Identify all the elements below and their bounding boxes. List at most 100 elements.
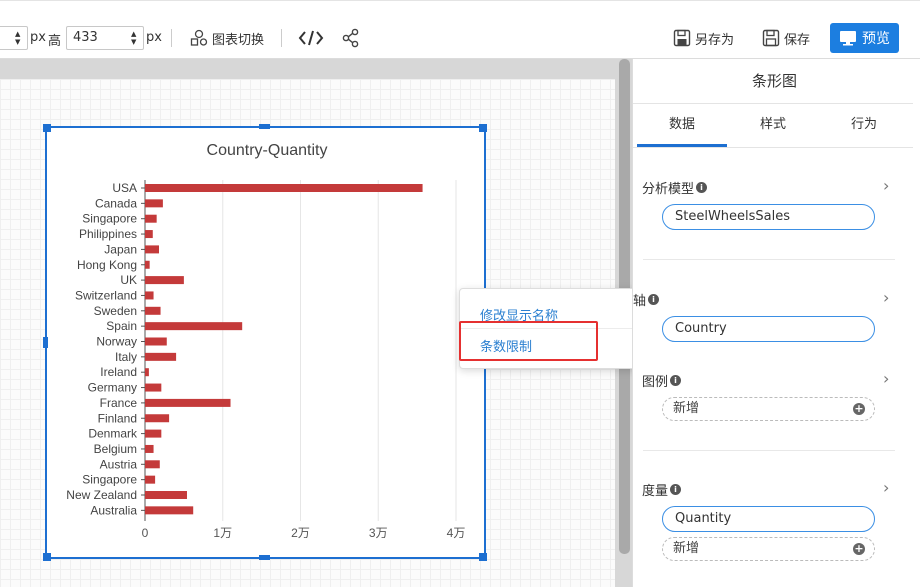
bar[interactable] <box>145 306 161 315</box>
panel-scrollbar[interactable] <box>913 59 920 587</box>
category-label: Canada <box>95 196 137 210</box>
bar[interactable] <box>145 444 154 453</box>
bar[interactable] <box>145 429 162 438</box>
bar[interactable] <box>145 398 231 407</box>
section-measure-label: 度量 <box>642 484 669 499</box>
resize-handle-top-right[interactable] <box>479 124 487 132</box>
info-icon[interactable]: i <box>670 375 682 386</box>
property-panel: 条形图 数据 样式 行为 分析模型 i › SteelWheelsSales 轴… <box>632 59 920 587</box>
stepper-arrows-icon[interactable]: ▲ ▼ <box>131 30 139 46</box>
category-label: Switzerland <box>75 288 137 302</box>
category-label: Singapore <box>82 212 137 226</box>
bar[interactable] <box>145 322 243 331</box>
resize-handle-bottom[interactable] <box>259 555 270 560</box>
section-axis-label: 轴 <box>633 294 647 309</box>
chart-switch-icon <box>190 29 208 46</box>
share-button[interactable] <box>341 27 361 49</box>
stepper-arrows-icon[interactable]: ▲ ▼ <box>15 30 23 46</box>
bar[interactable] <box>145 291 154 300</box>
info-icon[interactable]: i <box>696 182 708 193</box>
section-divider <box>643 450 895 451</box>
bar[interactable] <box>145 352 177 361</box>
preview-button[interactable]: 预览 <box>830 23 899 53</box>
section-divider <box>643 259 895 260</box>
category-label: Austria <box>100 457 138 471</box>
bar[interactable] <box>145 368 149 377</box>
bar[interactable] <box>145 491 187 499</box>
chart-widget[interactable]: Country-Quantity USA Canada Singapore Phili… <box>45 126 486 559</box>
category-label: Sweden <box>94 304 137 318</box>
preview-label: 预览 <box>862 31 890 47</box>
chevron-right-icon[interactable]: › <box>883 478 889 497</box>
height-value[interactable]: 433 <box>73 30 98 45</box>
toolbar-divider <box>281 29 282 47</box>
bar[interactable] <box>145 276 184 285</box>
save-icon <box>762 29 780 47</box>
tab-behavior[interactable]: 行为 <box>819 105 909 147</box>
section-legend: 图例 i <box>642 371 682 390</box>
measure-field[interactable]: Quantity <box>662 506 875 532</box>
plus-icon[interactable]: + <box>853 403 865 415</box>
tab-divider <box>633 147 916 148</box>
legend-add-label: 新增 <box>673 401 700 416</box>
x-tick-label: 0 <box>142 526 149 540</box>
chart-switch-button[interactable]: 图表切换 <box>190 27 264 49</box>
save-as-icon <box>673 29 691 47</box>
x-tick-label: 2万 <box>291 526 310 540</box>
tab-data[interactable]: 数据 <box>637 105 727 147</box>
panel-title: 条形图 <box>633 59 916 104</box>
save-button[interactable]: 保存 <box>762 27 810 49</box>
category-label: Spain <box>106 319 137 333</box>
bar[interactable] <box>145 214 157 223</box>
bar[interactable] <box>145 184 423 192</box>
x-tick-label: 3万 <box>369 526 388 540</box>
chart-title: Country-Quantity <box>207 142 328 159</box>
category-label: Finland <box>98 411 137 425</box>
resize-handle-bottom-left[interactable] <box>43 553 51 561</box>
chevron-right-icon[interactable]: › <box>883 369 889 388</box>
bar-chart: Country-Quantity USACanadaSingaporePhili… <box>66 142 465 540</box>
info-icon[interactable]: i <box>670 484 682 495</box>
section-model: 分析模型 i <box>642 178 708 197</box>
bar[interactable] <box>145 245 159 254</box>
resize-handle-top-left[interactable] <box>43 124 51 132</box>
bar[interactable] <box>145 460 160 469</box>
width-stepper[interactable]: ▲ ▼ <box>0 26 28 50</box>
section-measure: 度量 i <box>642 480 682 499</box>
measure-add-label: 新增 <box>673 541 700 556</box>
bar[interactable] <box>145 199 163 208</box>
chart-gridlines <box>144 180 457 521</box>
axis-field[interactable]: Country <box>662 316 875 342</box>
code-view-button[interactable] <box>298 27 324 49</box>
measure-add-field[interactable]: 新增 + <box>662 537 875 561</box>
plus-icon[interactable]: + <box>853 543 865 555</box>
info-icon[interactable]: i <box>648 294 660 305</box>
bar[interactable] <box>145 337 167 346</box>
category-label: Australia <box>90 503 137 517</box>
category-label: UK <box>120 273 137 287</box>
code-icon <box>298 30 324 46</box>
legend-add-field[interactable]: 新增 + <box>662 397 875 421</box>
x-tick-label: 1万 <box>213 526 232 540</box>
category-label: Japan <box>104 242 137 256</box>
chevron-right-icon[interactable]: › <box>883 288 889 307</box>
resize-handle-top[interactable] <box>259 124 270 129</box>
model-field[interactable]: SteelWheelsSales <box>662 204 875 230</box>
height-stepper[interactable]: 433 ▲ ▼ <box>66 26 144 50</box>
share-icon <box>342 28 359 48</box>
bar[interactable] <box>145 506 194 515</box>
save-as-button[interactable]: 另存为 <box>673 27 734 49</box>
bar[interactable] <box>145 475 156 484</box>
resize-handle-bottom-right[interactable] <box>479 553 487 561</box>
tab-style[interactable]: 样式 <box>728 105 818 147</box>
bar[interactable] <box>145 414 170 423</box>
bar[interactable] <box>145 230 153 239</box>
chevron-right-icon[interactable]: › <box>883 176 889 195</box>
category-label: Singapore <box>82 473 137 487</box>
bar[interactable] <box>145 260 150 269</box>
bar[interactable] <box>145 383 162 392</box>
category-label: Philippines <box>79 227 137 241</box>
section-legend-label: 图例 <box>642 375 669 390</box>
resize-handle-left[interactable] <box>43 337 48 348</box>
category-label: Italy <box>115 350 137 364</box>
